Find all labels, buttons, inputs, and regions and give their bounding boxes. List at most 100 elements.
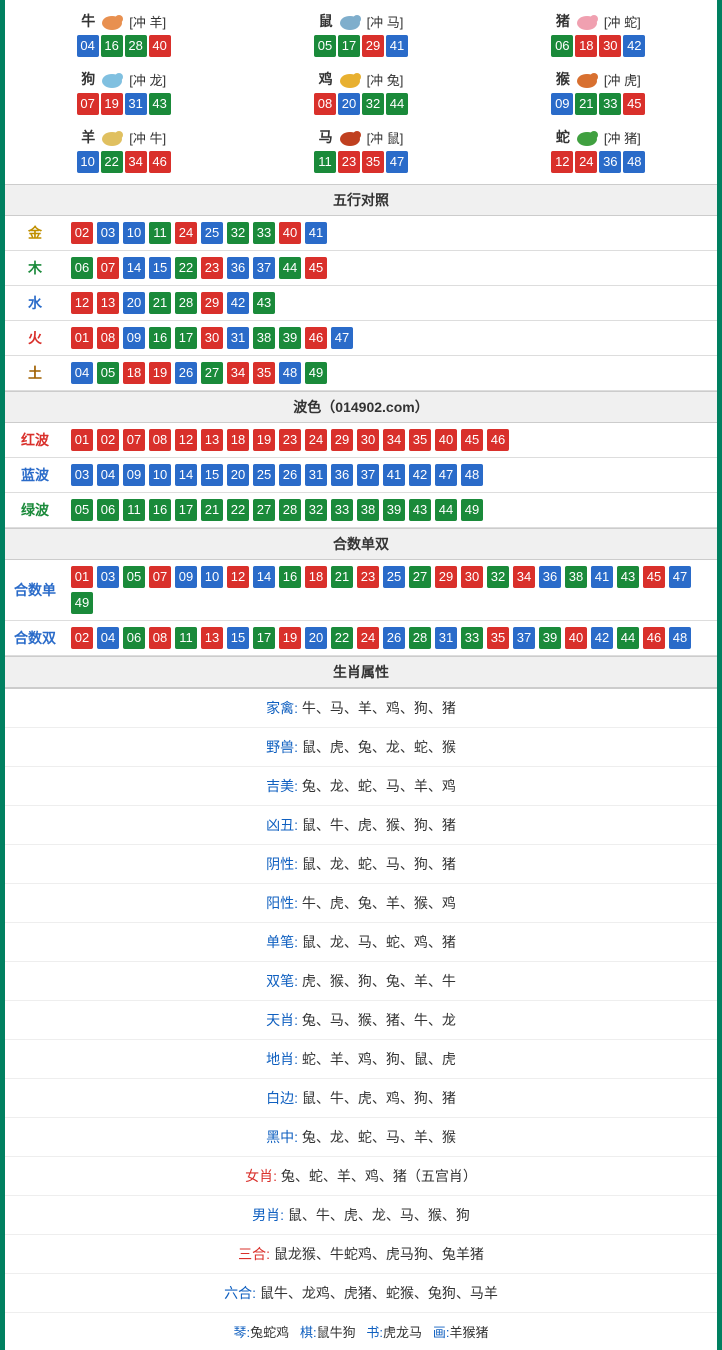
ball-38: 38 (357, 499, 379, 521)
ball-04: 04 (71, 362, 93, 384)
ball-45: 45 (305, 257, 327, 279)
four-value: 兔蛇鸡 (250, 1325, 289, 1340)
ball-41: 41 (591, 566, 613, 588)
ball-30: 30 (201, 327, 223, 349)
attr-list: 家禽: 牛、马、羊、鸡、狗、猪野兽: 鼠、虎、兔、龙、蛇、猴吉美: 兔、龙、蛇、… (5, 688, 717, 1313)
ball-14: 14 (175, 464, 197, 486)
attr-label: 六合: (224, 1285, 260, 1301)
attr-row: 阳性: 牛、虎、兔、羊、猴、鸡 (5, 884, 717, 923)
attr-row: 女肖: 兔、蛇、羊、鸡、猪（五宫肖） (5, 1157, 717, 1196)
attr-value: 鼠、龙、蛇、马、狗、猪 (302, 856, 456, 872)
ball-03: 03 (97, 566, 119, 588)
ball-39: 39 (539, 627, 561, 649)
ball-22: 22 (101, 151, 123, 173)
four-row: 琴:兔蛇鸡 棋:鼠牛狗 书:虎龙马 画:羊猴猪 (5, 1313, 717, 1350)
attr-row: 凶丑: 鼠、牛、虎、猴、狗、猪 (5, 806, 717, 845)
zodiac-chong: [冲 牛] (129, 128, 166, 147)
attr-row: 单笔: 鼠、龙、马、蛇、鸡、猪 (5, 923, 717, 962)
ball-48: 48 (461, 464, 483, 486)
attr-label: 女肖: (245, 1168, 281, 1184)
ball-17: 17 (338, 35, 360, 57)
ball-36: 36 (227, 257, 249, 279)
ball-03: 03 (97, 222, 119, 244)
row-key: 合数单 (5, 560, 65, 621)
ball-23: 23 (338, 151, 360, 173)
zodiac-icon (572, 11, 602, 31)
ball-16: 16 (279, 566, 301, 588)
ball-11: 11 (123, 499, 145, 521)
bose-header: 波色（014902.com） (5, 391, 717, 423)
ball-47: 47 (386, 151, 408, 173)
row-key: 木 (5, 251, 65, 286)
ball-42: 42 (227, 292, 249, 314)
attr-value: 兔、马、猴、猪、牛、龙 (302, 1012, 456, 1028)
ball-26: 26 (383, 627, 405, 649)
ball-01: 01 (71, 429, 93, 451)
zodiac-cell: 猪[冲 蛇]06183042 (480, 5, 717, 63)
ball-21: 21 (201, 499, 223, 521)
ball-09: 09 (123, 464, 145, 486)
attr-label: 白边: (266, 1090, 302, 1106)
ball-21: 21 (149, 292, 171, 314)
ball-32: 32 (305, 499, 327, 521)
ball-22: 22 (227, 499, 249, 521)
ball-41: 41 (386, 35, 408, 57)
zodiac-name: 蛇 (556, 127, 570, 147)
row-value: 0108091617303138394647 (65, 321, 717, 356)
ball-30: 30 (461, 566, 483, 588)
row-value: 03040910141520252631363741424748 (65, 458, 717, 493)
ball-15: 15 (149, 257, 171, 279)
zodiac-chong: [冲 羊] (129, 12, 166, 31)
ball-23: 23 (201, 257, 223, 279)
zodiac-icon (572, 69, 602, 89)
ball-04: 04 (77, 35, 99, 57)
ball-42: 42 (409, 464, 431, 486)
ball-38: 38 (253, 327, 275, 349)
ball-05: 05 (71, 499, 93, 521)
four-label: 书: (366, 1325, 383, 1340)
ball-39: 39 (279, 327, 301, 349)
zodiac-cell: 猴[冲 虎]09213345 (480, 63, 717, 121)
ball-30: 30 (599, 35, 621, 57)
ball-36: 36 (539, 566, 561, 588)
ball-25: 25 (383, 566, 405, 588)
ball-28: 28 (409, 627, 431, 649)
ball-31: 31 (305, 464, 327, 486)
ball-18: 18 (123, 362, 145, 384)
ball-17: 17 (175, 499, 197, 521)
attr-value: 蛇、羊、鸡、狗、鼠、虎 (302, 1051, 456, 1067)
zodiac-chong: [冲 鼠] (367, 128, 404, 147)
zodiac-cell: 狗[冲 龙]07193143 (5, 63, 242, 121)
ball-06: 06 (551, 35, 573, 57)
attr-row: 地肖: 蛇、羊、鸡、狗、鼠、虎 (5, 1040, 717, 1079)
row-value: 02031011242532334041 (65, 216, 717, 251)
ball-24: 24 (175, 222, 197, 244)
main-container: 牛[冲 羊]04162840鼠[冲 马]05172941猪[冲 蛇]061830… (0, 0, 722, 1350)
ball-18: 18 (575, 35, 597, 57)
ball-39: 39 (383, 499, 405, 521)
bose-table: 红波0102070812131819232429303435404546蓝波03… (5, 423, 717, 528)
ball-27: 27 (201, 362, 223, 384)
ball-45: 45 (643, 566, 665, 588)
ball-28: 28 (175, 292, 197, 314)
zodiac-chong: [冲 兔] (367, 70, 404, 89)
ball-49: 49 (461, 499, 483, 521)
ball-13: 13 (201, 627, 223, 649)
ball-10: 10 (149, 464, 171, 486)
attr-label: 地肖: (266, 1051, 302, 1067)
ball-36: 36 (599, 151, 621, 173)
zodiac-icon (335, 127, 365, 147)
ball-12: 12 (175, 429, 197, 451)
ball-12: 12 (71, 292, 93, 314)
ball-46: 46 (305, 327, 327, 349)
ball-23: 23 (357, 566, 379, 588)
attr-label: 天肖: (266, 1012, 302, 1028)
ball-10: 10 (77, 151, 99, 173)
ball-26: 26 (175, 362, 197, 384)
ball-19: 19 (279, 627, 301, 649)
ball-02: 02 (71, 627, 93, 649)
table-row: 火0108091617303138394647 (5, 321, 717, 356)
ball-34: 34 (513, 566, 535, 588)
ball-47: 47 (331, 327, 353, 349)
ball-14: 14 (123, 257, 145, 279)
